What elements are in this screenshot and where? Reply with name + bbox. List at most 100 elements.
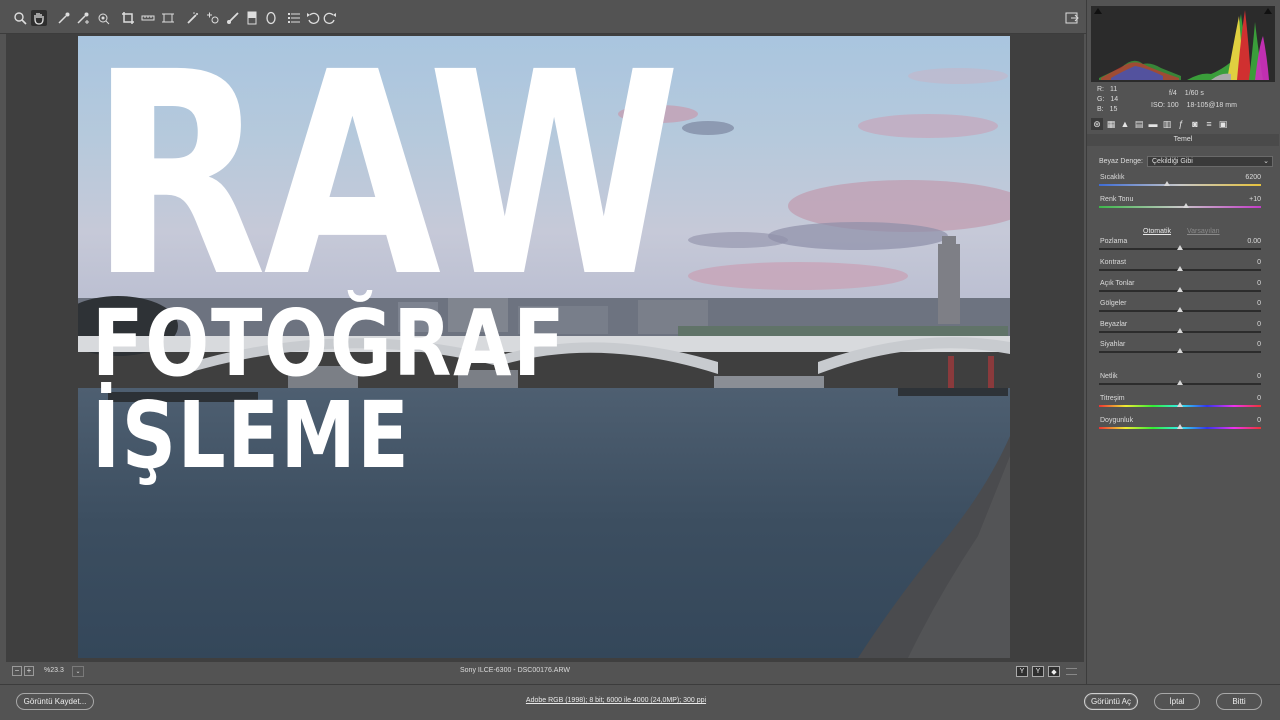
view-before-after-button[interactable]: Y: [1016, 666, 1028, 677]
hand-tool-hand-icon[interactable]: [31, 10, 47, 26]
workflow-options-link[interactable]: Adobe RGB (1998); 8 bit; 6000 ile 4000 (…: [0, 697, 1232, 704]
tab-detail-mountain-icon[interactable]: ▲: [1119, 118, 1131, 130]
slider-knob[interactable]: [1177, 402, 1183, 407]
slider-knob[interactable]: [1177, 266, 1183, 271]
defaults-link[interactable]: Varsayılan: [1187, 228, 1220, 235]
slider-value[interactable]: 0: [1257, 280, 1261, 287]
tab-lens-icon[interactable]: ▥: [1161, 118, 1173, 130]
slider-3[interactable]: Pozlama 0.00: [1099, 238, 1261, 258]
slider-value[interactable]: 0: [1257, 395, 1261, 402]
straighten-tool-straighten-icon[interactable]: [140, 10, 156, 26]
overlay-subtitle: FOTOĞRAF İŞLEME: [92, 290, 567, 489]
slider-11[interactable]: Doygunluk 0: [1099, 417, 1261, 437]
slider-value[interactable]: 6200: [1245, 174, 1261, 181]
crop-tool-crop-icon[interactable]: [120, 10, 136, 26]
overlay-title: RAW: [90, 36, 681, 339]
bottom-bar: Görüntü Kaydet... Adobe RGB (1998); 8 bi…: [0, 684, 1280, 720]
tab-snapshots-icon[interactable]: ▣: [1217, 118, 1229, 130]
slider-10[interactable]: Titreşim 0: [1099, 395, 1261, 415]
toggle-settings-icon[interactable]: [1066, 668, 1077, 675]
photo-preview[interactable]: RAW FOTOĞRAF İŞLEME: [78, 36, 1010, 658]
tab-tone-curve-icon[interactable]: ▦: [1105, 118, 1117, 130]
slider-label: Pozlama: [1100, 238, 1128, 245]
tab-basic-aperture-icon[interactable]: ⊛: [1091, 118, 1103, 130]
copy-settings-button[interactable]: ◆: [1048, 666, 1060, 677]
color-sampler-tool-color-sampler-icon[interactable]: [75, 10, 91, 26]
slider-label: Doygunluk: [1100, 417, 1134, 424]
shadow-clipping-icon[interactable]: [1094, 8, 1102, 14]
auto-link[interactable]: Otomatik: [1143, 228, 1171, 235]
graduated-filter-tool-graduated-filter-icon[interactable]: [244, 10, 260, 26]
tab-presets-icon[interactable]: ≡: [1203, 118, 1215, 130]
slider-knob[interactable]: [1177, 424, 1183, 429]
transform-tool-transform-icon[interactable]: [160, 10, 176, 26]
slider-label: Kontrast: [1100, 259, 1127, 266]
status-bar: − + %23.3 ⌄ Sony ILCE-6300 - DSC00176.AR…: [6, 664, 1084, 680]
open-image-button[interactable]: Görüntü Aç: [1084, 693, 1138, 710]
slider-track[interactable]: [1099, 206, 1261, 208]
slider-7[interactable]: Beyazlar 0: [1099, 321, 1261, 341]
preferences-tool-list-icon[interactable]: [286, 10, 302, 26]
cancel-button[interactable]: İptal: [1154, 693, 1200, 710]
slider-label: Beyazlar: [1100, 321, 1128, 328]
red-eye-tool-red-eye-icon[interactable]: [205, 10, 221, 26]
slider-2[interactable]: Renk Tonu +10: [1099, 196, 1261, 216]
slider-value[interactable]: 0: [1257, 341, 1261, 348]
white-balance-label: Beyaz Denge:: [1099, 158, 1143, 165]
slider-knob[interactable]: [1177, 307, 1183, 312]
slider-value[interactable]: 0.00: [1247, 238, 1261, 245]
slider-knob[interactable]: [1177, 348, 1183, 353]
slider-track[interactable]: [1099, 184, 1261, 186]
tab-effects-fx-icon[interactable]: ƒ: [1175, 118, 1187, 130]
slider-value[interactable]: 0: [1257, 259, 1261, 266]
fullscreen-toggle-icon[interactable]: [1064, 10, 1080, 26]
slider-6[interactable]: Gölgeler 0: [1099, 300, 1261, 320]
slider-knob[interactable]: [1177, 328, 1183, 333]
slider-4[interactable]: Kontrast 0: [1099, 259, 1261, 279]
file-name: Sony ILCE-6300 - DSC00176.ARW: [460, 667, 570, 674]
slider-9[interactable]: Netlik 0: [1099, 373, 1261, 393]
done-button[interactable]: Bitti: [1216, 693, 1262, 710]
slider-label: Gölgeler: [1100, 300, 1127, 307]
tab-split-toning-icon[interactable]: ▬: [1147, 118, 1159, 130]
rotate-left-tool-rotate-left-icon[interactable]: [305, 10, 321, 26]
slider-label: Siyahlar: [1100, 341, 1126, 348]
slider-knob[interactable]: [1177, 287, 1183, 292]
slider-1[interactable]: Sıcaklık 6200: [1099, 174, 1261, 194]
rotate-right-tool-rotate-right-icon[interactable]: [322, 10, 338, 26]
slider-value[interactable]: 0: [1257, 417, 1261, 424]
slider-label: Renk Tonu: [1100, 196, 1134, 203]
slider-label: Sıcaklık: [1100, 174, 1125, 181]
white-balance-row: Beyaz Denge: Çekildiği Gibi ⌄: [1099, 156, 1273, 168]
highlight-clipping-icon[interactable]: [1264, 8, 1272, 14]
slider-label: Netlik: [1100, 373, 1118, 380]
tab-hsl-icon[interactable]: ▤: [1133, 118, 1145, 130]
targeted-adjustment-tool-target-icon[interactable]: [95, 10, 111, 26]
b-label: B:: [1097, 106, 1104, 113]
slider-5[interactable]: Açık Tonlar 0: [1099, 280, 1261, 300]
white-balance-select[interactable]: Çekildiği Gibi ⌄: [1147, 156, 1273, 167]
slider-8[interactable]: Siyahlar 0: [1099, 341, 1261, 361]
swap-settings-button[interactable]: Y: [1032, 666, 1044, 677]
spot-removal-tool-spot-removal-icon[interactable]: [185, 10, 201, 26]
slider-value[interactable]: 0: [1257, 300, 1261, 307]
shutter-speed: 1/60 s: [1184, 90, 1204, 97]
iso: ISO: 100: [1151, 102, 1179, 109]
slider-value[interactable]: 0: [1257, 321, 1261, 328]
slider-knob[interactable]: [1177, 245, 1183, 250]
lens: 18-105@18 mm: [1186, 102, 1237, 109]
adjustment-brush-tool-brush-icon[interactable]: [225, 10, 241, 26]
image-canvas[interactable]: RAW FOTOĞRAF İŞLEME: [6, 34, 1084, 662]
tab-camera-calibration-icon[interactable]: ◙: [1189, 118, 1201, 130]
slider-knob[interactable]: [1177, 380, 1183, 385]
slider-value[interactable]: 0: [1257, 373, 1261, 380]
slider-label: Açık Tonlar: [1100, 280, 1135, 287]
slider-knob[interactable]: [1164, 181, 1171, 186]
slider-value[interactable]: +10: [1249, 196, 1261, 203]
slider-knob[interactable]: [1183, 203, 1190, 208]
histogram: [1091, 6, 1275, 82]
zoom-tool-magnifier-icon[interactable]: [12, 10, 28, 26]
radial-filter-tool-radial-filter-icon[interactable]: [263, 10, 279, 26]
r-value: 11: [1109, 86, 1118, 93]
white-balance-tool-eyedropper-icon[interactable]: [56, 10, 72, 26]
